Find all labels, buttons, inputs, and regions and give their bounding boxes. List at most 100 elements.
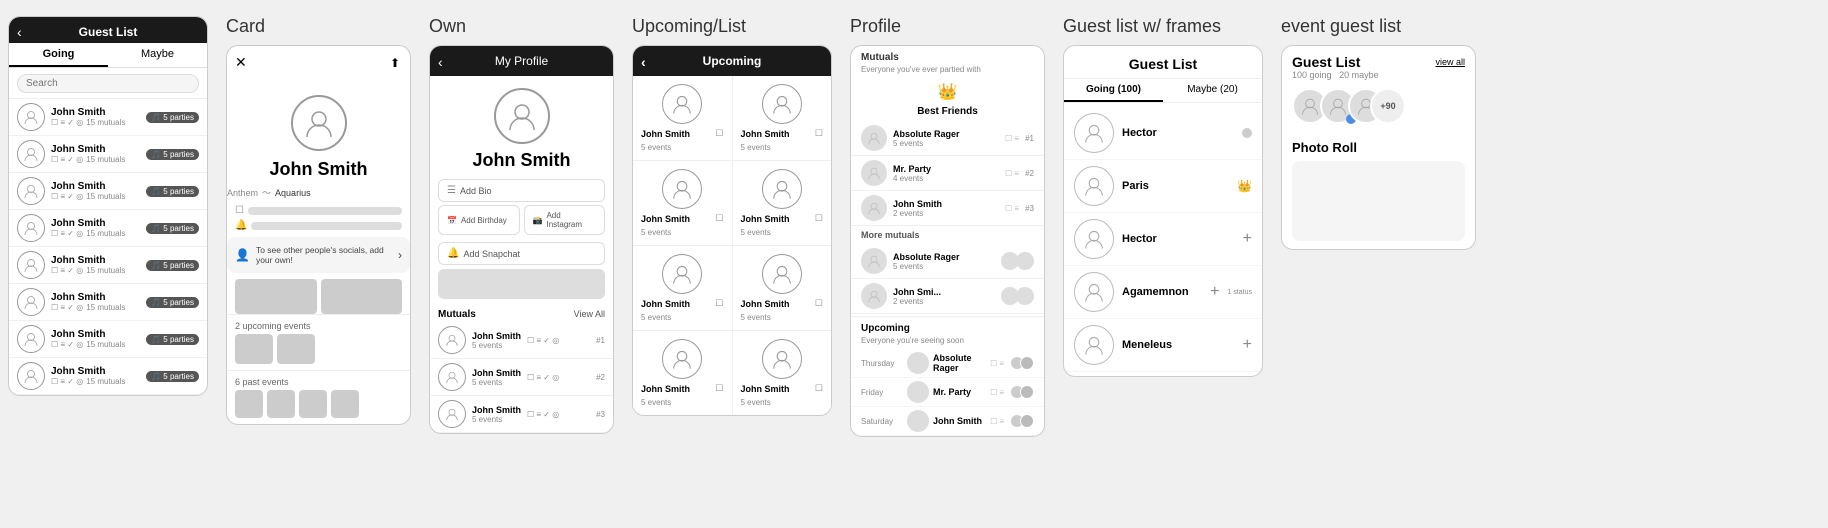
upcoming-avatar	[662, 339, 702, 379]
guest-list-section: ‹ Guest List Going Maybe John Smith ☐ ≡ …	[8, 16, 208, 396]
mutuals-count: 15 mutuals	[86, 155, 125, 164]
add-instagram-btn[interactable]: 📸 Add Instagram	[524, 205, 606, 235]
add-birthday-btn[interactable]: 📅 Add Birthday	[438, 205, 520, 235]
mutual-icons: ☐ ≡ ✓ ◎	[527, 336, 559, 345]
past-events-images	[235, 390, 402, 418]
event-avatar	[907, 381, 929, 403]
profile-upcoming-item[interactable]: Saturday John Smith ☐ ≡	[851, 407, 1044, 436]
guest-list-item[interactable]: John Smith ☐ ≡ ✓ ◎ 15 mutuals 🎵 5 partie…	[9, 136, 207, 173]
profile-mutual-item[interactable]: Absolute Rager 5 events ☐ ≡ #1	[851, 121, 1044, 156]
profile-more-mutual-item[interactable]: John Smi... 2 events	[851, 279, 1044, 314]
upcoming-cell[interactable]: John Smith ☐ 5 events	[633, 161, 732, 245]
past-ev-img-4	[331, 390, 359, 418]
social-bar-2	[251, 222, 402, 230]
add-icon[interactable]: +	[1243, 336, 1252, 354]
glf-list-item[interactable]: Meneleus +	[1064, 319, 1262, 372]
view-all-btn[interactable]: View All	[574, 309, 605, 320]
glf-list: Hector Paris 👑 Hector + Agamemnon +1 sta…	[1064, 103, 1262, 376]
upcoming-cell[interactable]: John Smith ☐ 5 events	[633, 331, 732, 415]
glf-list-item[interactable]: Paris 👑	[1064, 160, 1262, 213]
guest-list-item[interactable]: John Smith ☐ ≡ ✓ ◎ 15 mutuals 🎵 5 partie…	[9, 284, 207, 321]
event-name: Absolute Rager	[933, 353, 986, 373]
profile-mutual-info: Absolute Rager 5 events	[893, 129, 999, 148]
upcoming-cell[interactable]: John Smith ☐ 5 events	[633, 246, 732, 330]
more-mutual-name: John Smi...	[893, 287, 995, 297]
own-mutual-item[interactable]: John Smith 5 events ☐ ≡ ✓ ◎ #2	[430, 359, 613, 396]
avatar	[17, 325, 45, 353]
event-extra	[1010, 356, 1034, 370]
mutuals-section-title: Mutuals	[851, 46, 1044, 65]
upcoming-cell[interactable]: John Smith ☐ 5 events	[633, 76, 732, 160]
card-section: Card ✕ ⬆ John Smith Anthem 〜 Aquarius ☐ …	[226, 16, 411, 425]
back-icon[interactable]: ‹	[17, 24, 22, 40]
party-badge: 🎵 5 parties	[146, 260, 199, 271]
profile-upcoming-item[interactable]: Thursday Absolute Rager ☐ ≡	[851, 349, 1044, 378]
glf-list-item[interactable]: Hector +	[1064, 213, 1262, 266]
tab-maybe[interactable]: Maybe	[108, 43, 207, 67]
guest-list-item[interactable]: John Smith ☐ ≡ ✓ ◎ 15 mutuals 🎵 5 partie…	[9, 173, 207, 210]
glf-list-item[interactable]: Hector	[1064, 107, 1262, 160]
upcoming-user-name: John Smith	[641, 384, 690, 394]
mutual-rank: #2	[596, 373, 605, 382]
guest-list-item[interactable]: John Smith ☐ ≡ ✓ ◎ 15 mutuals 🎵 5 partie…	[9, 321, 207, 358]
add-icon[interactable]: +	[1243, 230, 1252, 248]
guest-list-item[interactable]: John Smith ☐ ≡ ✓ ◎ 15 mutuals 🎵 5 partie…	[9, 210, 207, 247]
close-icon[interactable]: ✕	[235, 54, 247, 71]
guest-list-item[interactable]: John Smith ☐ ≡ ✓ ◎ 15 mutuals 🎵 5 partie…	[9, 358, 207, 395]
egl-content: Guest List view all 100 going 20 maybe	[1282, 46, 1475, 249]
profile-upcoming-item[interactable]: Friday Mr. Party ☐ ≡	[851, 378, 1044, 407]
glf-phone: Guest List Going (100) Maybe (20) Hector…	[1063, 45, 1263, 377]
profile-mutual-name: John Smith	[893, 199, 999, 209]
upcoming-cell[interactable]: John Smith ☐ 5 events	[733, 76, 832, 160]
upcoming-name-row: John Smith ☐	[741, 298, 824, 309]
guest-meta: ☐ ≡ ✓ ◎ 15 mutuals	[51, 340, 140, 349]
profile-more-mutual-item[interactable]: Absolute Rager 5 events	[851, 244, 1044, 279]
upcoming-avatar	[662, 169, 702, 209]
add-icon[interactable]: +	[1210, 283, 1219, 301]
status-dot	[1242, 128, 1252, 138]
guest-list-item[interactable]: John Smith ☐ ≡ ✓ ◎ 15 mutuals 🎵 5 partie…	[9, 99, 207, 136]
upcoming-cell[interactable]: John Smith ☐ 5 events	[733, 246, 832, 330]
upcoming-user-events: 5 events	[741, 313, 824, 322]
upcoming-user-name: John Smith	[641, 214, 690, 224]
card-images-row	[227, 279, 410, 314]
social-row-1: ☐	[227, 205, 410, 216]
snapchat-icon: 🔔	[447, 248, 459, 259]
add-socials-banner[interactable]: 👤 To see other people's socials, add you…	[227, 237, 410, 273]
mutual-avatar	[438, 326, 466, 354]
view-all-btn[interactable]: view all	[1435, 57, 1465, 67]
glf-list-item[interactable]: Agamemnon +1 status	[1064, 266, 1262, 319]
upcoming-back-icon[interactable]: ‹	[641, 54, 646, 70]
user-icon: 👤	[235, 248, 250, 262]
glf-name: Hector	[1122, 233, 1235, 245]
mutual-rank: #3	[596, 410, 605, 419]
instagram-icon: 📸	[533, 216, 543, 225]
upcoming-name-row: John Smith ☐	[741, 383, 824, 394]
profile-mutual-item[interactable]: Mr. Party 4 events ☐ ≡ #2	[851, 156, 1044, 191]
upcoming-cell[interactable]: John Smith ☐ 5 events	[733, 331, 832, 415]
mutual-avatar	[438, 363, 466, 391]
own-mutual-item[interactable]: John Smith 5 events ☐ ≡ ✓ ◎ #1	[430, 322, 613, 359]
glf-tab-maybe[interactable]: Maybe (20)	[1163, 79, 1262, 102]
icon-1: ☐	[990, 417, 997, 426]
profile-upcoming-list: Thursday Absolute Rager ☐ ≡ Friday Mr. P…	[851, 349, 1044, 436]
bell-icon: 🔔	[235, 220, 247, 231]
glf-tab-going[interactable]: Going (100)	[1064, 79, 1163, 102]
share-icon[interactable]: ⬆	[390, 56, 400, 70]
own-back-icon[interactable]: ‹	[438, 54, 443, 70]
search-input[interactable]	[17, 74, 199, 93]
guest-name: John Smith	[51, 292, 140, 303]
upcoming-avatar	[762, 169, 802, 209]
egl-photo-area	[1292, 161, 1465, 241]
guest-list-item[interactable]: John Smith ☐ ≡ ✓ ◎ 15 mutuals 🎵 5 partie…	[9, 247, 207, 284]
profile-mutual-item[interactable]: John Smith 2 events ☐ ≡ #3	[851, 191, 1044, 226]
add-bio-btn[interactable]: ☰ Add Bio	[438, 179, 605, 202]
add-snapchat-btn[interactable]: 🔔 Add Snapchat	[438, 242, 605, 265]
mutual-name: John Smith	[472, 405, 521, 415]
egl-section: event guest list Guest List view all 100…	[1281, 16, 1476, 250]
own-mutuals-list: John Smith 5 events ☐ ≡ ✓ ◎ #1 John Smit…	[430, 322, 613, 433]
mutual-events: 5 events	[472, 378, 521, 387]
tab-going[interactable]: Going	[9, 43, 108, 67]
own-mutual-item[interactable]: John Smith 5 events ☐ ≡ ✓ ◎ #3	[430, 396, 613, 433]
upcoming-cell[interactable]: John Smith ☐ 5 events	[733, 161, 832, 245]
